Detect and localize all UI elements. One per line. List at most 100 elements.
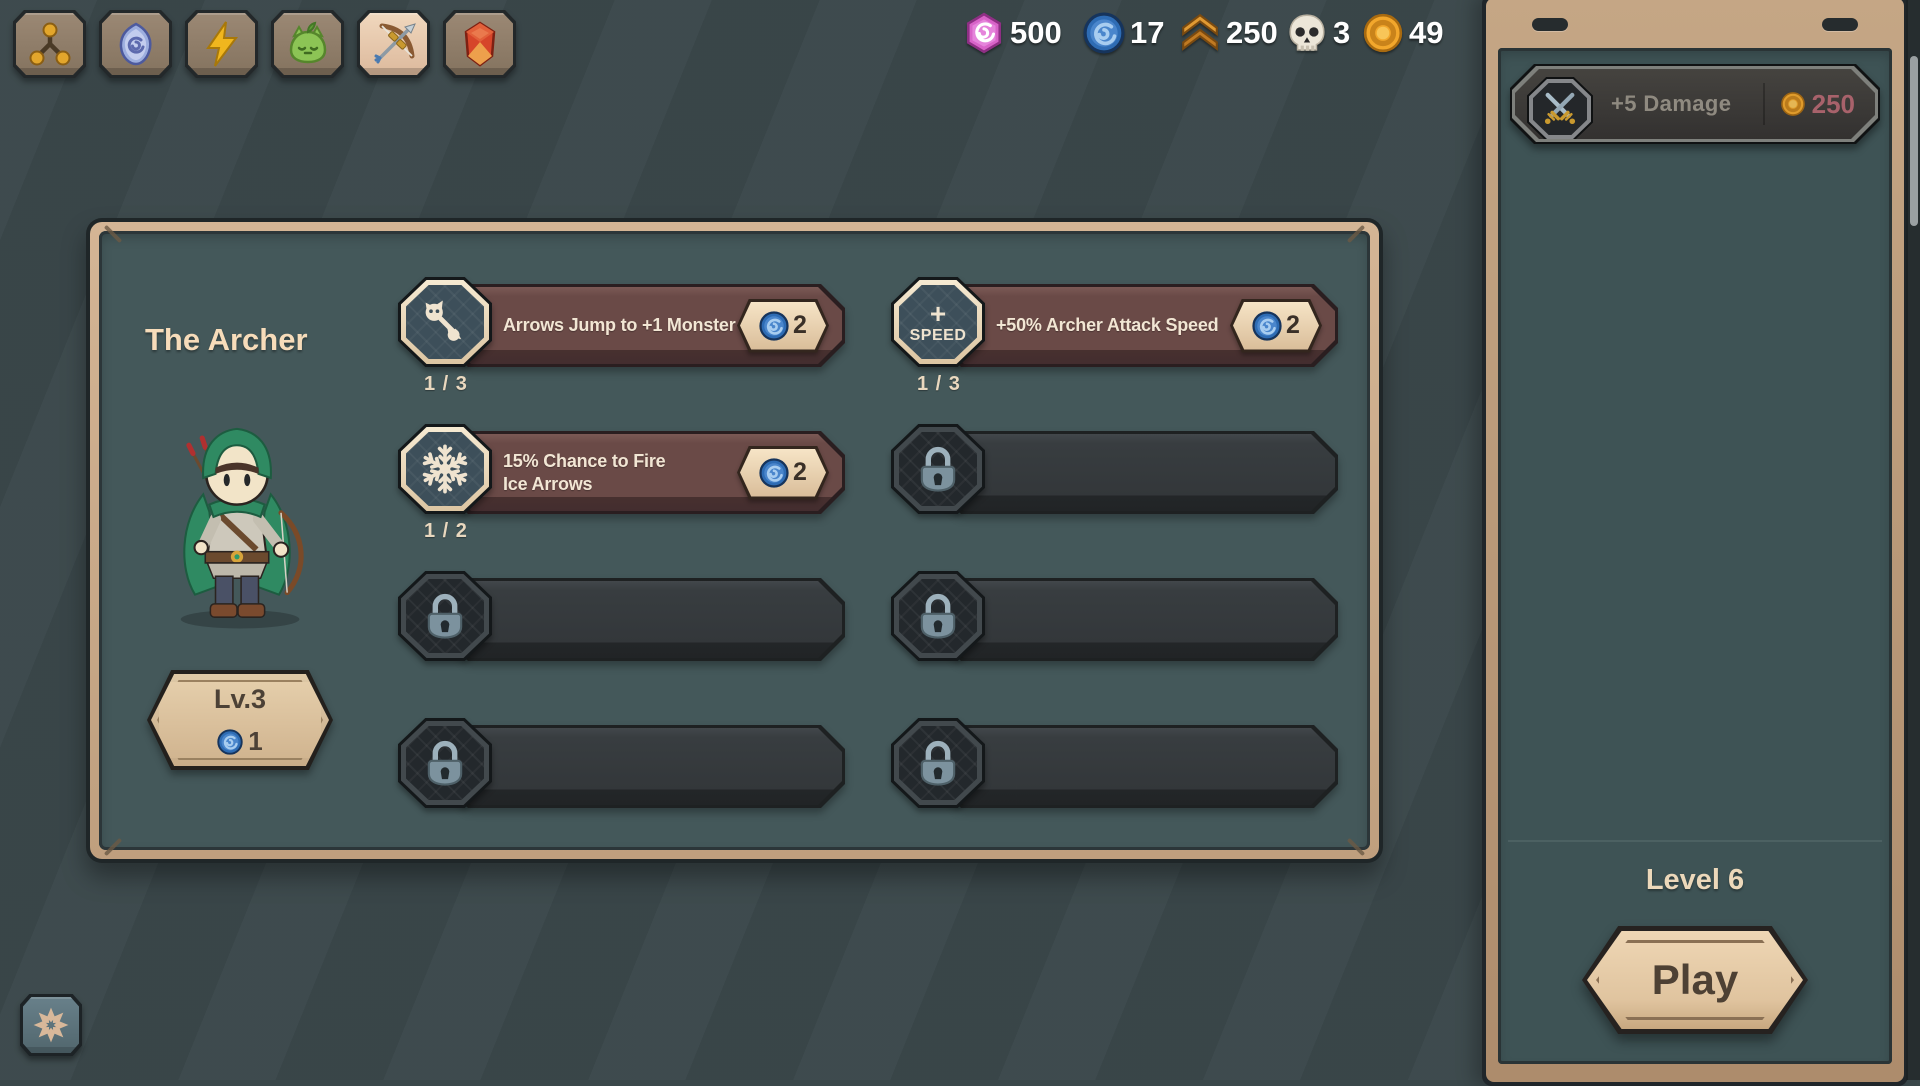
upgrade-row-7 bbox=[398, 718, 845, 808]
blue-orb-icon bbox=[1083, 12, 1125, 54]
shop-item-cost-value: 250 bbox=[1811, 88, 1855, 119]
level-badge-label: Lv.3 bbox=[213, 684, 267, 714]
play-button-label: Play bbox=[1651, 956, 1739, 1003]
currency-rank: 250 bbox=[1179, 10, 1278, 56]
upgrade-icon-frame bbox=[398, 718, 492, 808]
currency-blue-orb: 17 bbox=[1083, 10, 1164, 56]
shop-panel-frame: +5 Damage 250 Level 6 Play bbox=[1486, 0, 1904, 1082]
upgrade-bar bbox=[937, 725, 1338, 808]
skill-tab-skill-tree[interactable] bbox=[13, 10, 86, 78]
upgrade-bar bbox=[444, 578, 845, 661]
frame-notch bbox=[1532, 18, 1568, 31]
upgrade-icon-frame bbox=[891, 718, 985, 808]
upgrade-icon-frame bbox=[891, 571, 985, 661]
lightning-icon bbox=[198, 20, 246, 68]
sidebar-divider bbox=[1508, 840, 1882, 842]
archer-character bbox=[150, 414, 324, 630]
upgrade-label: 15% Chance to Fire Ice Arrows bbox=[503, 451, 666, 494]
upgrade-progress: 1 / 3 bbox=[917, 373, 961, 395]
lock-icon bbox=[417, 735, 473, 791]
cost-badge: 2 bbox=[737, 445, 829, 500]
lock-icon bbox=[417, 588, 473, 644]
currency-value: 500 bbox=[1010, 15, 1062, 50]
level-badge-points: 1 bbox=[248, 726, 263, 756]
shop-panel: +5 Damage 250 Level 6 Play bbox=[1482, 0, 1908, 1086]
upgrade-row-3[interactable]: 15% Chance to Fire Ice Arrows 2 1 / 2 bbox=[398, 424, 845, 542]
pink-gem-icon bbox=[963, 12, 1005, 54]
skull-icon bbox=[1286, 12, 1328, 54]
monster-icon bbox=[284, 20, 332, 68]
blue-orb-icon bbox=[1252, 310, 1282, 341]
upgrade-row-1[interactable]: Arrows Jump to +1 Monster 2 1 / 3 bbox=[398, 277, 845, 395]
currency-value: 49 bbox=[1409, 15, 1444, 50]
upgrade-bar: Arrows Jump to +1 Monster 2 bbox=[444, 284, 845, 367]
blue-orb-icon bbox=[217, 728, 243, 755]
upgrade-bar: 15% Chance to Fire Ice Arrows 2 bbox=[444, 431, 845, 514]
upgrade-label: Arrows Jump to +1 Monster bbox=[503, 315, 736, 336]
currency-value: 3 bbox=[1333, 15, 1351, 50]
upgrade-icon-frame: + SPEED bbox=[891, 277, 985, 367]
upgrade-bar bbox=[937, 431, 1338, 514]
cost-value: 2 bbox=[793, 458, 807, 486]
snowflake-button[interactable] bbox=[20, 994, 82, 1056]
currency-coin: 49 bbox=[1362, 10, 1443, 56]
ice-arrows-icon bbox=[417, 441, 473, 497]
rune-icon bbox=[112, 20, 160, 68]
attack-speed-icon: + SPEED bbox=[909, 298, 967, 344]
snowflake-icon bbox=[29, 1003, 73, 1047]
coin-icon bbox=[1780, 91, 1806, 117]
upgrade-icon-frame bbox=[398, 277, 492, 367]
scrollbar[interactable] bbox=[1906, 0, 1920, 1080]
arrows-jump-icon bbox=[417, 294, 473, 350]
hero-panel: The Archer Lv.3 1 Arrows Jump to +1 Mons… bbox=[86, 218, 1383, 863]
upgrade-label: +50% Archer Attack Speed bbox=[996, 315, 1219, 336]
frame-notch bbox=[1822, 18, 1858, 31]
level-label: Level 6 bbox=[1645, 864, 1745, 896]
shop-item-cost: 250 bbox=[1780, 69, 1855, 139]
shop-item-label: +5 Damage bbox=[1611, 91, 1732, 116]
skill-tab-monster[interactable] bbox=[271, 10, 344, 78]
upgrade-row-2[interactable]: +50% Archer Attack Speed 2 + SPEED 1 / 3 bbox=[891, 277, 1338, 395]
play-button[interactable]: Play bbox=[1582, 926, 1808, 1034]
cost-badge: 2 bbox=[1230, 298, 1322, 353]
crossed-swords-icon bbox=[1539, 88, 1581, 130]
upgrade-row-4 bbox=[891, 424, 1338, 514]
cost-badge: 2 bbox=[737, 298, 829, 353]
upgrade-icon-frame bbox=[891, 424, 985, 514]
blue-orb-icon bbox=[759, 457, 789, 488]
skill-tab-red-gem[interactable] bbox=[443, 10, 516, 78]
currency-skull: 3 bbox=[1286, 10, 1350, 56]
page-title: The Archer bbox=[145, 322, 308, 357]
skill-tab-rune[interactable] bbox=[99, 10, 172, 78]
cost-value: 2 bbox=[793, 311, 807, 339]
upgrade-bar bbox=[937, 578, 1338, 661]
upgrade-row-5 bbox=[398, 571, 845, 661]
cost-value: 2 bbox=[1286, 311, 1300, 339]
upgrade-progress: 1 / 2 bbox=[424, 520, 468, 542]
bow-icon bbox=[370, 20, 418, 68]
shop-item-divider bbox=[1763, 83, 1765, 125]
lock-icon bbox=[910, 588, 966, 644]
upgrade-bar bbox=[444, 725, 845, 808]
shop-item-row[interactable]: +5 Damage 250 bbox=[1510, 64, 1880, 144]
shop-item-icon-frame bbox=[1527, 77, 1593, 141]
currency-value: 250 bbox=[1226, 15, 1278, 50]
skill-tab-bow[interactable] bbox=[357, 10, 430, 78]
blue-orb-icon bbox=[759, 310, 789, 341]
skill-tree-icon bbox=[26, 20, 74, 68]
currency-pink-gem: 500 bbox=[963, 10, 1062, 56]
scrollbar-thumb[interactable] bbox=[1910, 56, 1918, 226]
upgrade-row-8 bbox=[891, 718, 1338, 808]
currency-value: 17 bbox=[1130, 15, 1165, 50]
shop-panel-inner: +5 Damage 250 Level 6 Play bbox=[1498, 48, 1892, 1064]
upgrade-grid: Arrows Jump to +1 Monster 2 1 / 3 +50% Arch… bbox=[398, 277, 1338, 808]
skill-tab-lightning[interactable] bbox=[185, 10, 258, 78]
lock-icon bbox=[910, 441, 966, 497]
coin-icon bbox=[1362, 12, 1404, 54]
upgrade-icon-frame bbox=[398, 571, 492, 661]
upgrade-bar: +50% Archer Attack Speed 2 bbox=[937, 284, 1338, 367]
red-gem-icon bbox=[456, 20, 504, 68]
upgrade-row-6 bbox=[891, 571, 1338, 661]
level-badge: Lv.3 1 bbox=[147, 670, 333, 770]
lock-icon bbox=[910, 735, 966, 791]
